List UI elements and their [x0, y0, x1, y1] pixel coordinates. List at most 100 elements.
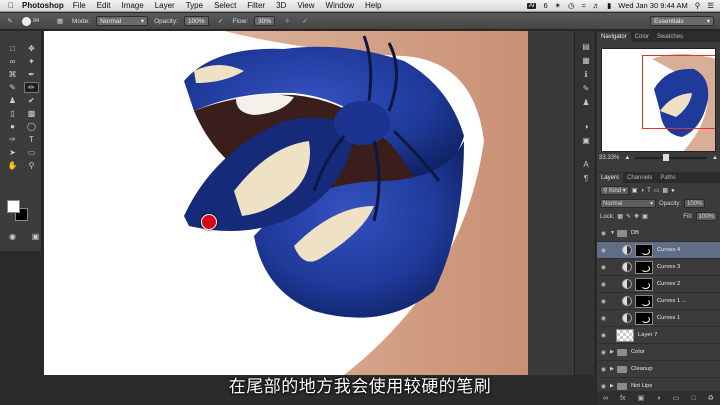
properties-panel-icon[interactable]: ▦ [575, 53, 597, 67]
layer-mask-thumbnail[interactable] [635, 294, 653, 308]
gradient-tool-icon[interactable]: ▩ [24, 108, 39, 119]
airbrush-icon[interactable]: ✧ [281, 16, 293, 26]
tab-channels[interactable]: Channels [623, 173, 656, 183]
brush-tool-icon[interactable]: ✏ [24, 82, 39, 93]
zoom-in-icon[interactable]: ▲ [712, 155, 718, 161]
layer-curves-3[interactable]: ◉ Curves 3 [597, 259, 720, 276]
menu-view[interactable]: View [297, 1, 314, 10]
menu-filter[interactable]: Filter [247, 1, 265, 10]
time-machine-icon[interactable]: ◷ [568, 1, 575, 10]
mode-select[interactable]: Normal ▾ [96, 16, 149, 26]
workspace-switcher[interactable]: Essentials ▾ [650, 16, 714, 26]
tab-navigator[interactable]: Navigator [597, 32, 631, 42]
filter-type-icon[interactable]: T [647, 188, 651, 194]
visibility-eye-icon[interactable]: ◉ [597, 230, 610, 237]
blur-tool-icon[interactable]: ● [5, 121, 20, 132]
layer-7[interactable]: ◉ Layer 7 [597, 327, 720, 344]
spotlight-search-icon[interactable]: ⚲ [695, 1, 701, 10]
filter-toggle-icon[interactable]: ● [671, 188, 675, 194]
brush-presets-panel-icon[interactable]: ✎ [575, 81, 597, 95]
navigator-thumbnail[interactable] [601, 48, 716, 152]
fill-field[interactable]: 100% [695, 212, 717, 221]
menu-help[interactable]: Help [365, 1, 381, 10]
quick-select-tool-icon[interactable]: ✦ [24, 56, 39, 67]
healing-brush-tool-icon[interactable]: ✎ [5, 82, 20, 93]
layer-curves-2[interactable]: ◉ Curves 2 [597, 276, 720, 293]
zoom-slider-knob[interactable] [662, 154, 669, 161]
visibility-eye-icon[interactable]: ◉ [597, 315, 610, 322]
brush-preset-picker[interactable]: 94 [22, 14, 48, 28]
pen-tool-icon[interactable]: ✑ [5, 134, 20, 145]
layer-filter-select[interactable]: ⚲ Kind ▾ [600, 186, 629, 195]
lock-transparency-icon[interactable]: ▦ [617, 213, 623, 220]
volume-icon[interactable]: ♬ [593, 1, 601, 10]
lock-pixels-icon[interactable]: ✎ [626, 213, 631, 220]
dodge-tool-icon[interactable]: ◯ [24, 121, 39, 132]
history-panel-icon[interactable]: ▤ [575, 39, 597, 53]
visibility-eye-icon[interactable]: ◉ [597, 298, 610, 305]
menu-window[interactable]: Window [326, 1, 354, 10]
pressure-size-icon[interactable]: ✓ [299, 16, 311, 26]
battery-icon[interactable]: ▮ [607, 1, 611, 10]
illustrator-badge-icon[interactable]: AI [526, 2, 537, 9]
eraser-tool-icon[interactable]: ▯ [5, 108, 20, 119]
menu-select[interactable]: Select [214, 1, 236, 10]
lasso-tool-icon[interactable]: ∞ [5, 56, 20, 67]
lock-position-icon[interactable]: ✥ [634, 213, 639, 220]
layer-thumbnail[interactable] [616, 328, 634, 342]
quick-mask-icon[interactable]: ◉ [5, 231, 20, 242]
clone-source-panel-icon[interactable]: ♟ [575, 95, 597, 109]
adjustments-panel-icon[interactable]: ◑ [575, 119, 597, 133]
menu-3d[interactable]: 3D [276, 1, 286, 10]
type-tool-icon[interactable]: T [24, 134, 39, 145]
layer-group-db[interactable]: ◉ ▼ DB [597, 225, 720, 242]
menu-file[interactable]: File [73, 1, 86, 10]
menu-edit[interactable]: Edit [97, 1, 111, 10]
clone-stamp-tool-icon[interactable]: ♟ [5, 95, 20, 106]
hand-tool-icon[interactable]: ✋ [5, 160, 20, 171]
document-canvas[interactable] [44, 31, 528, 375]
navigator-view-box[interactable] [642, 55, 715, 129]
filter-adjustment-icon[interactable]: ◑ [640, 188, 644, 194]
layer-curves-4[interactable]: ◉ Curves 4 [597, 242, 720, 259]
opacity-field[interactable]: 100% [183, 16, 209, 26]
eyedropper-tool-icon[interactable]: ✒ [24, 69, 39, 80]
tab-color[interactable]: Color [631, 32, 653, 42]
marquee-tool-icon[interactable]: □ [5, 43, 20, 54]
filter-shape-icon[interactable]: ▭ [654, 187, 660, 194]
visibility-eye-icon[interactable]: ◉ [597, 349, 610, 356]
path-select-tool-icon[interactable]: ➤ [5, 147, 20, 158]
styles-panel-icon[interactable]: ▣ [575, 133, 597, 147]
history-brush-tool-icon[interactable]: ✔ [24, 95, 39, 106]
info-panel-icon[interactable]: ℹ [575, 67, 597, 81]
menu-layer[interactable]: Layer [155, 1, 175, 10]
visibility-eye-icon[interactable]: ◉ [597, 332, 610, 339]
zoom-out-icon[interactable]: ▲ [624, 155, 630, 161]
group-collapsed-icon[interactable]: ▶ [610, 349, 617, 355]
pressure-opacity-icon[interactable]: ✓ [215, 16, 227, 26]
layer-curves-1[interactable]: ◉ Curves 1 [597, 310, 720, 327]
bluetooth-icon[interactable]: ✶ [555, 1, 561, 10]
menu-app-name[interactable]: Photoshop [22, 1, 64, 10]
layer-mask-thumbnail[interactable] [635, 277, 653, 291]
tab-swatches[interactable]: Swatches [653, 32, 687, 42]
tab-layers[interactable]: Layers [597, 173, 624, 183]
foreground-color-swatch[interactable] [7, 200, 20, 213]
menu-image[interactable]: Image [121, 1, 143, 10]
filter-smart-object-icon[interactable]: ▩ [662, 187, 668, 194]
apple-menu-icon[interactable]:  [0, 1, 22, 10]
layer-group-color[interactable]: ◉ ▶ Color [597, 344, 720, 361]
visibility-eye-icon[interactable]: ◉ [597, 264, 610, 271]
layer-mask-thumbnail[interactable] [635, 243, 653, 257]
character-panel-icon[interactable]: A [575, 157, 597, 171]
tab-paths[interactable]: Paths [656, 173, 679, 183]
brush-panel-icon[interactable]: ▦ [54, 16, 66, 26]
layer-mask-thumbnail[interactable] [635, 311, 653, 325]
move-tool-icon[interactable]: ✥ [24, 43, 39, 54]
zoom-value[interactable]: 33.33% [599, 155, 619, 161]
paragraph-panel-icon[interactable]: ¶ [575, 171, 597, 185]
zoom-tool-icon[interactable]: ⚲ [24, 160, 39, 171]
filter-pixel-icon[interactable]: ▣ [632, 187, 638, 194]
wifi-icon[interactable]: ≈ [582, 1, 586, 10]
layer-curves-1-copy[interactable]: ◉ Curves 1 ... [597, 293, 720, 310]
